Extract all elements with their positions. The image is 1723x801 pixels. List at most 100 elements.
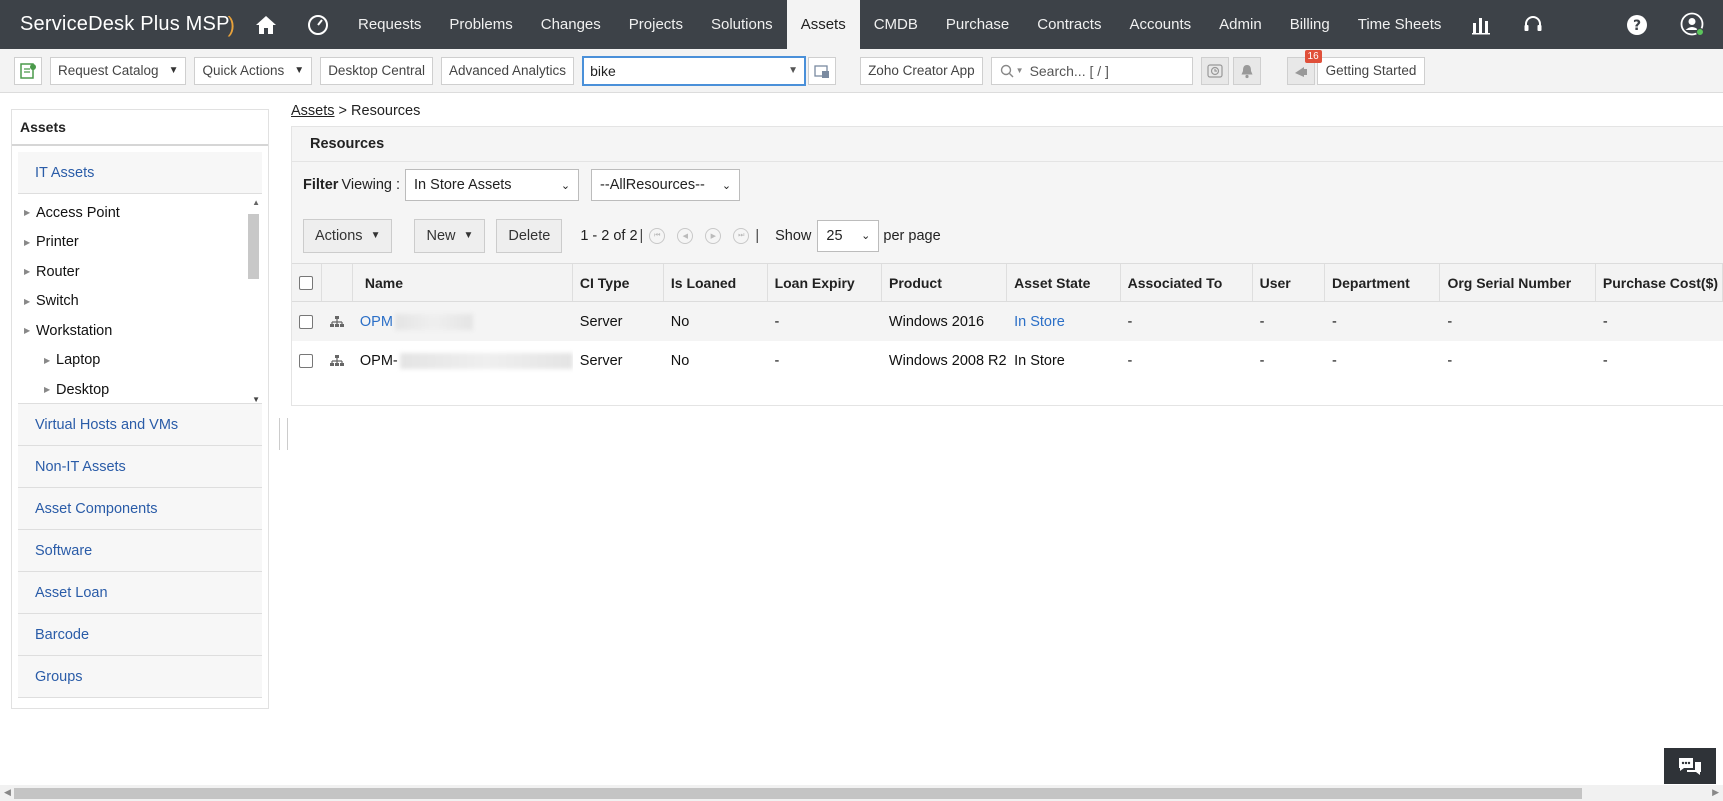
getting-started-button[interactable]: Getting Started (1316, 56, 1426, 85)
chat-support-button[interactable] (1664, 748, 1716, 784)
horizontal-scrollbar[interactable]: ◀ ▶ (0, 785, 1723, 801)
per-page-select[interactable]: 25 ⌄ (817, 219, 880, 252)
scroll-down-arrow-icon[interactable]: ▼ (252, 395, 260, 403)
resource-type-select[interactable]: --AllResources-- ⌄ (591, 169, 741, 201)
quick-actions-dropdown[interactable]: Quick Actions ▼ (194, 56, 313, 85)
sidebar-item-software[interactable]: Software (18, 530, 262, 572)
global-search-input[interactable]: ▼ Search... [ / ] (990, 56, 1193, 85)
desktop-central-button[interactable]: Desktop Central (320, 56, 433, 85)
sidebar-item-groups[interactable]: Groups (18, 656, 262, 698)
nav-purchase[interactable]: Purchase (932, 0, 1023, 49)
brand-logo[interactable]: ServiceDesk Plus MSP) (0, 0, 240, 49)
tree-scrollbar-thumb[interactable] (248, 214, 259, 279)
dashboard-gauge-icon[interactable] (292, 0, 344, 49)
view-filter-value: In Store Assets (414, 177, 512, 193)
row-checkbox[interactable] (299, 353, 313, 368)
scroll-right-arrow-icon[interactable]: ▶ (1712, 787, 1719, 798)
view-filter-select[interactable]: In Store Assets ⌄ (405, 169, 580, 201)
new-button[interactable]: New ▼ (414, 218, 486, 253)
column-header-department[interactable]: Department (1325, 264, 1441, 301)
previous-page-icon[interactable]: ◀ (677, 227, 694, 244)
table-row[interactable]: OPM- Server No - Windows 2008 R2 In Stor… (292, 341, 1723, 380)
column-header-associated-to[interactable]: Associated To (1121, 264, 1253, 301)
next-page-icon[interactable]: ▶ (705, 227, 722, 244)
tree-node-switch[interactable]: ▶ Switch (18, 287, 262, 317)
sidebar-collapse-handle[interactable] (279, 418, 288, 450)
account-details-icon[interactable] (808, 56, 837, 85)
cell-name[interactable]: OPM (353, 302, 573, 341)
column-header-is-loaned[interactable]: Is Loaned (664, 264, 768, 301)
column-header-asset-state[interactable]: Asset State (1007, 264, 1121, 301)
sidebar-item-virtual-hosts[interactable]: Virtual Hosts and VMs (18, 404, 262, 446)
row-icon-cell (322, 302, 352, 341)
tree-node-router[interactable]: ▶ Router (18, 257, 262, 287)
nav-admin[interactable]: Admin (1205, 0, 1276, 49)
caret-down-icon: ▼ (1015, 66, 1024, 75)
column-header-org-serial-number[interactable]: Org Serial Number (1440, 264, 1596, 301)
nav-assets[interactable]: Assets (786, 0, 860, 49)
tree-node-workstation[interactable]: ▶ Workstation (18, 316, 262, 346)
zoho-creator-app-button[interactable]: Zoho Creator App (860, 56, 983, 85)
column-header-name[interactable]: Name (353, 264, 573, 301)
breadcrumb-assets-link[interactable]: Assets (291, 103, 335, 119)
tree-node-desktop[interactable]: ▶ Desktop (18, 375, 262, 403)
cell-asset-state[interactable]: In Store (1007, 302, 1120, 341)
asset-name-text[interactable]: OPM- (360, 353, 398, 369)
cell-loan-expiry: - (774, 313, 780, 330)
column-header-product[interactable]: Product (882, 264, 1008, 301)
nav-billing[interactable]: Billing (1276, 0, 1344, 49)
nav-projects[interactable]: Projects (615, 0, 697, 49)
tree-node-printer[interactable]: ▶ Printer (18, 228, 262, 258)
column-header-ci-type[interactable]: CI Type (573, 264, 664, 301)
nav-changes[interactable]: Changes (527, 0, 615, 49)
select-all-checkbox[interactable] (299, 275, 313, 290)
first-page-icon[interactable]: ⏮ (649, 227, 666, 244)
actions-button[interactable]: Actions ▼ (303, 218, 393, 253)
delete-button[interactable]: Delete (496, 218, 563, 253)
column-header-purchase-cost[interactable]: Purchase Cost($) (1596, 264, 1723, 301)
last-page-icon[interactable]: ⏭ (733, 227, 750, 244)
advanced-analytics-button[interactable]: Advanced Analytics (440, 56, 575, 85)
nav-contracts[interactable]: Contracts (1023, 0, 1115, 49)
sidebar-item-barcode[interactable]: Barcode (18, 614, 262, 656)
caret-down-icon: ▼ (168, 65, 179, 76)
new-request-icon[interactable] (14, 56, 42, 85)
horizontal-scrollbar-thumb[interactable] (14, 788, 1582, 799)
nav-accounts[interactable]: Accounts (1115, 0, 1205, 49)
support-headset-icon[interactable] (1507, 0, 1559, 49)
scroll-up-arrow-icon[interactable]: ▲ (252, 198, 260, 207)
sidebar-item-asset-loan[interactable]: Asset Loan (18, 572, 262, 614)
column-header-loan-expiry[interactable]: Loan Expiry (768, 264, 882, 301)
breadcrumb-separator: > (334, 103, 352, 119)
announcements-megaphone-icon[interactable]: 16 (1286, 49, 1322, 85)
history-clock-icon[interactable] (1200, 56, 1229, 85)
tree-node-laptop[interactable]: ▶ Laptop (18, 346, 262, 376)
nav-cmdb[interactable]: CMDB (860, 0, 932, 49)
nav-time-sheets[interactable]: Time Sheets (1344, 0, 1456, 49)
reports-chart-icon[interactable] (1455, 0, 1507, 49)
row-checkbox[interactable] (299, 314, 313, 329)
reminders-bell-icon[interactable] (1232, 56, 1261, 85)
home-icon[interactable] (240, 0, 292, 49)
nav-solutions[interactable]: Solutions (697, 0, 787, 49)
help-icon[interactable]: ? (1611, 14, 1663, 36)
sidebar-item-it-assets[interactable]: IT Assets (18, 152, 262, 194)
sidebar-item-asset-components[interactable]: Asset Components (18, 488, 262, 530)
scroll-left-arrow-icon[interactable]: ◀ (4, 787, 11, 798)
account-selector[interactable]: bike ▼ (582, 55, 807, 86)
cell-associated-to: - (1127, 313, 1133, 330)
nav-problems[interactable]: Problems (435, 0, 526, 49)
tree-node-access-point[interactable]: ▶ Access Point (18, 198, 262, 228)
sidebar-item-non-it-assets[interactable]: Non-IT Assets (18, 446, 262, 488)
asset-name-link[interactable]: OPM (360, 314, 393, 330)
cell-name[interactable]: OPM- (353, 341, 573, 380)
expand-triangle-icon: ▶ (24, 267, 31, 277)
request-catalog-dropdown[interactable]: Request Catalog ▼ (50, 56, 187, 85)
table-row[interactable]: OPM Server No - Windows 2016 In Store - … (292, 302, 1723, 341)
assets-sidebar: Assets IT Assets ▶ Access Point ▶ Printer … (11, 109, 269, 709)
column-header-user[interactable]: User (1253, 264, 1326, 301)
cell-is-loaned: No (670, 313, 690, 330)
nav-requests[interactable]: Requests (344, 0, 435, 49)
filter-bar: Filter Viewing : In Store Assets ⌄ --AllR… (292, 162, 1723, 208)
user-profile-icon[interactable] (1663, 12, 1723, 38)
